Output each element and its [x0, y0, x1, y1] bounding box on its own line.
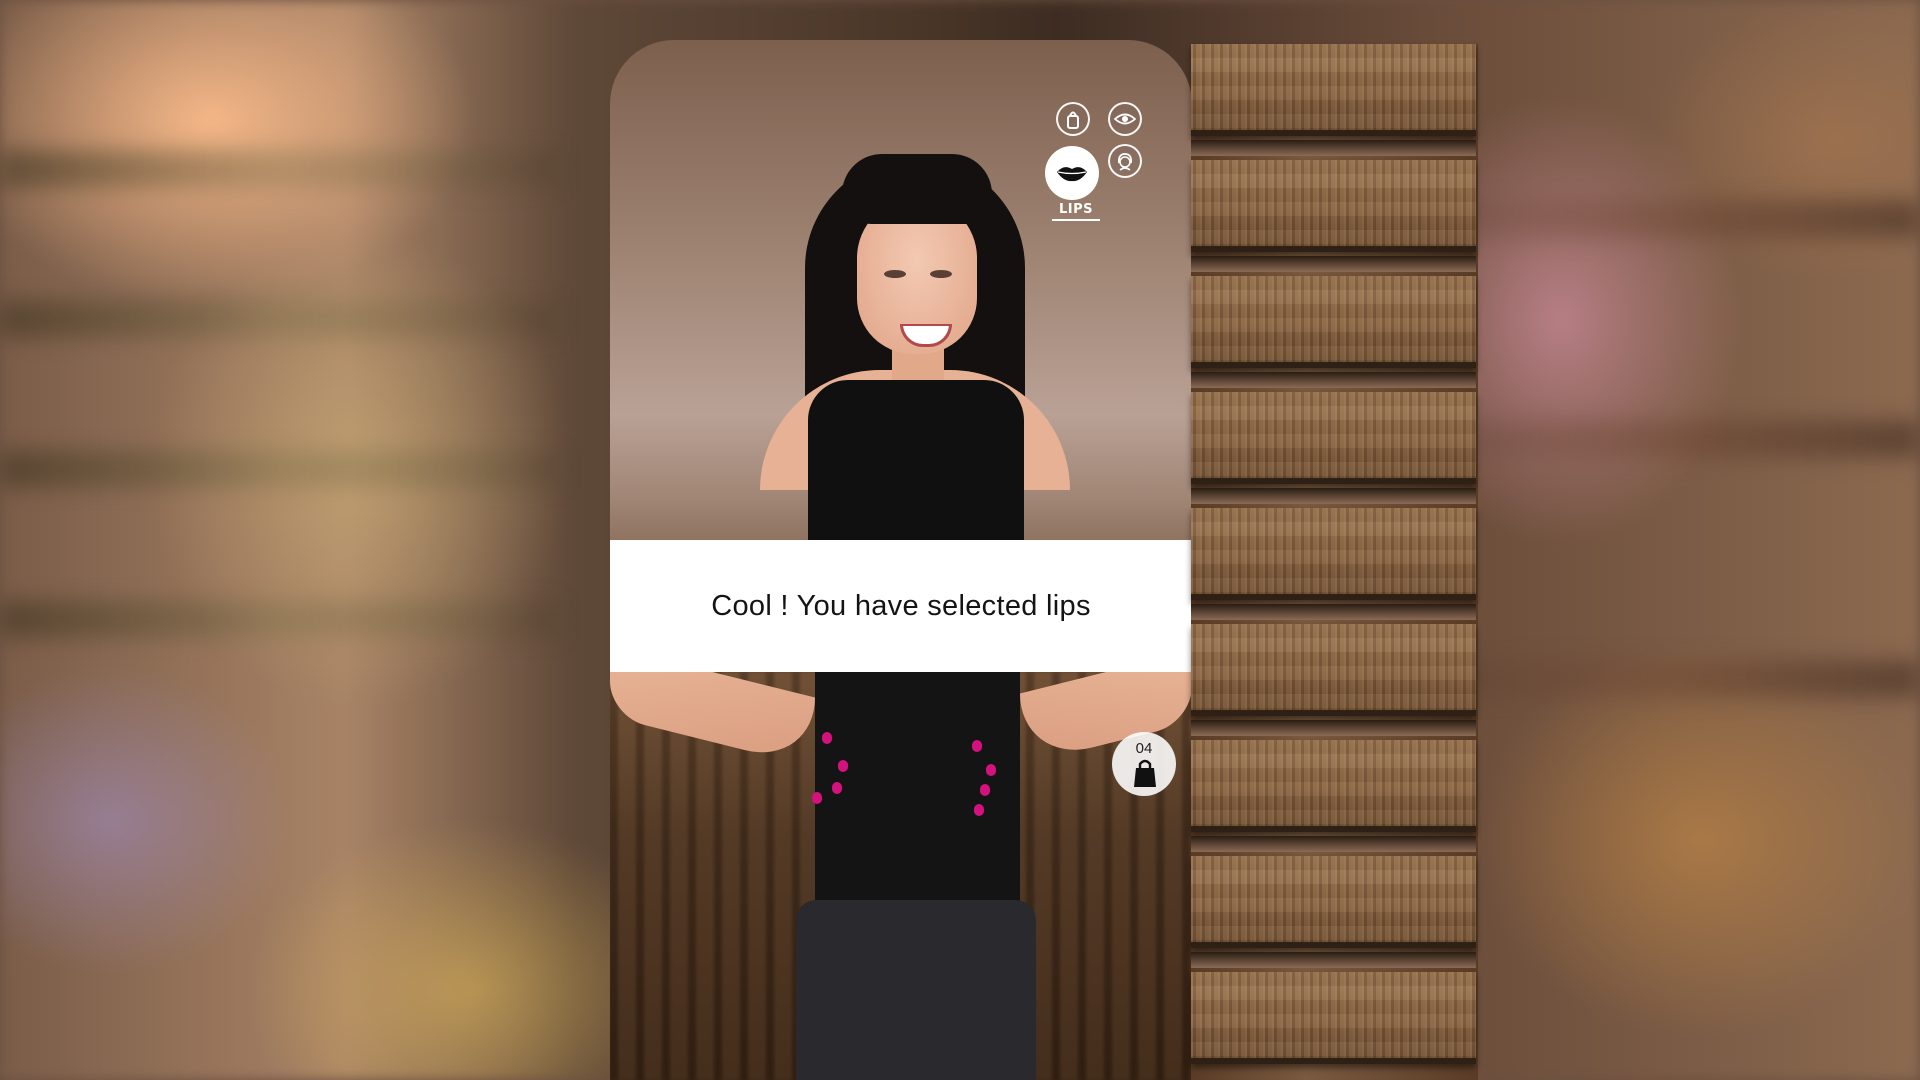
- model-eye-left: [884, 270, 906, 278]
- shopping-bag-button[interactable]: 04: [1112, 732, 1176, 796]
- model-hair-top: [842, 154, 992, 224]
- model-jeans: [796, 900, 1036, 1080]
- nail-polish-icon: [1067, 111, 1079, 129]
- lips-category-button[interactable]: [1045, 146, 1099, 200]
- nail[interactable]: [838, 760, 848, 772]
- eye-icon: [1114, 113, 1136, 125]
- face-hair-icon: [1117, 153, 1133, 171]
- selected-category-label: LIPS: [1052, 202, 1100, 221]
- shelf-divider: [1191, 256, 1476, 272]
- try-on-stage: LIPS Cool ! You have selected lips 04: [610, 40, 1192, 1080]
- model-eye-right: [930, 270, 952, 278]
- nails-category-button[interactable]: [1056, 102, 1090, 136]
- blurred-shelf: [0, 450, 560, 488]
- product-shelf[interactable]: [1191, 44, 1476, 136]
- product-shelf[interactable]: [1191, 856, 1476, 948]
- nail[interactable]: [822, 732, 832, 744]
- shelf-divider: [1191, 372, 1476, 388]
- nail[interactable]: [972, 740, 982, 752]
- product-shelf[interactable]: [1191, 740, 1476, 832]
- nail[interactable]: [986, 764, 996, 776]
- product-shelf[interactable]: [1191, 276, 1476, 368]
- model-torso: [815, 672, 1020, 922]
- product-shelf[interactable]: [1191, 392, 1476, 484]
- product-shelf-column: [1191, 44, 1478, 1080]
- selection-message-text: Cool ! You have selected lips: [711, 589, 1091, 622]
- hair-category-button[interactable]: [1108, 144, 1142, 178]
- lips-icon: [1057, 167, 1087, 182]
- blurred-shelf: [0, 600, 560, 638]
- blurred-shelf: [0, 150, 560, 188]
- shelf-divider: [1191, 836, 1476, 852]
- product-shelf[interactable]: [1191, 508, 1476, 600]
- product-shelf[interactable]: [1191, 972, 1476, 1064]
- blurred-shelf: [1420, 660, 1920, 698]
- nail[interactable]: [974, 804, 984, 816]
- shopping-bag-icon: [1134, 759, 1156, 787]
- nail[interactable]: [832, 782, 842, 794]
- blurred-shelf: [0, 300, 560, 338]
- shelf-divider: [1191, 488, 1476, 504]
- shelf-divider: [1191, 604, 1476, 620]
- blurred-shelf: [1420, 420, 1920, 458]
- product-shelf[interactable]: [1191, 624, 1476, 716]
- shelf-divider: [1191, 952, 1476, 968]
- shelf-divider: [1191, 720, 1476, 736]
- bag-count: 04: [1135, 740, 1153, 757]
- selection-message-banner: Cool ! You have selected lips: [610, 540, 1192, 672]
- nail[interactable]: [812, 792, 822, 804]
- product-shelf[interactable]: [1191, 160, 1476, 252]
- eyes-category-button[interactable]: [1108, 102, 1142, 136]
- nail[interactable]: [980, 784, 990, 796]
- shelf-divider: [1191, 140, 1476, 156]
- blurred-shelf: [1420, 200, 1920, 238]
